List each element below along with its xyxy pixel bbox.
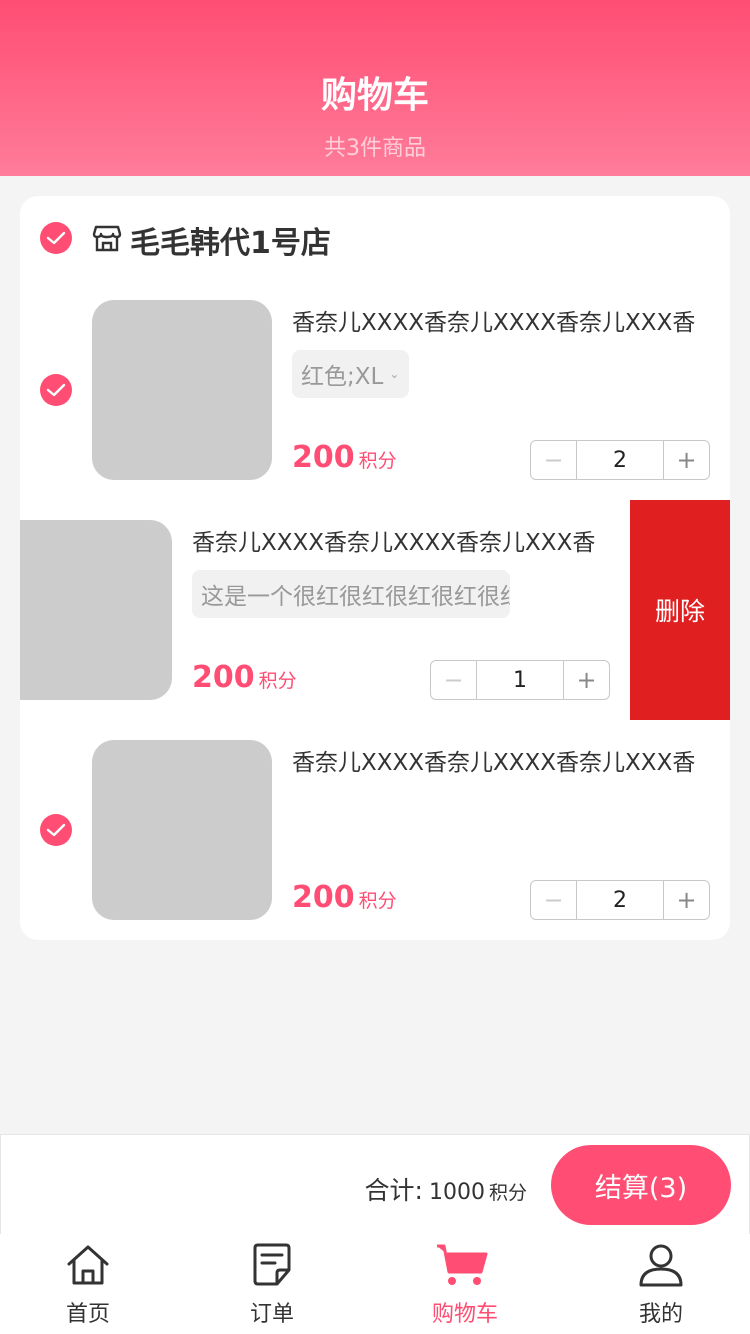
product-price: 200 积分: [292, 880, 397, 915]
decrease-button[interactable]: −: [531, 441, 577, 479]
price-unit: 积分: [258, 670, 297, 692]
tab-label: 购物车: [431, 1302, 498, 1327]
increase-button[interactable]: +: [563, 661, 609, 699]
tab-label: 首页: [65, 1302, 110, 1327]
item-count: 共3件商品: [324, 136, 426, 161]
decrease-button[interactable]: −: [531, 881, 577, 919]
product-thumbnail[interactable]: [20, 520, 172, 700]
product-title[interactable]: 香奈儿XXXX香奈儿XXXX香奈儿XXX香: [192, 523, 595, 557]
page-header: 购物车 共3件商品: [0, 0, 750, 176]
product-price: 200 积分: [292, 440, 397, 475]
home-icon: [67, 1245, 109, 1285]
delete-button[interactable]: 删除: [630, 500, 730, 720]
quantity-stepper: − 1 +: [430, 660, 610, 700]
spec-selector[interactable]: 这是一个很红很红很红很红很红的红 ⌄: [192, 570, 510, 618]
spec-label: 红色;XL: [301, 364, 384, 390]
tab-label: 我的: [638, 1302, 683, 1327]
quantity-value[interactable]: 2: [577, 881, 663, 919]
user-icon: [639, 1244, 683, 1287]
store-icon: [92, 225, 122, 252]
order-icon: [253, 1243, 291, 1286]
spec-label: 这是一个很红很红很红很红很红的红: [201, 584, 510, 610]
product-title[interactable]: 香奈儿XXXX香奈儿XXXX香奈儿XXX香: [292, 743, 695, 777]
product-price: 200 积分: [192, 660, 297, 695]
product-title[interactable]: 香奈儿XXXX香奈儿XXXX香奈儿XXX香: [292, 303, 695, 337]
check-icon: [46, 231, 66, 245]
store-name[interactable]: 毛毛韩代1号店: [130, 218, 331, 262]
price-value: 200: [292, 440, 355, 475]
checkout-button[interactable]: 结算(3): [551, 1145, 731, 1225]
page-title: 购物车: [320, 75, 429, 116]
cart-item: 香奈儿XXXX香奈儿XXXX香奈儿XXX香 这是一个很红很红很红很红很红的红 ⌄…: [20, 520, 630, 700]
tab-home[interactable]: 首页: [18, 1234, 158, 1334]
total-value: 1000: [428, 1180, 485, 1205]
total-label: 合计:: [364, 1176, 423, 1205]
quantity-stepper: − 2 +: [530, 880, 710, 920]
checkout-bar: 合计: 1000 积分 结算(3): [0, 1134, 750, 1234]
spec-selector[interactable]: 红色;XL ⌄: [292, 350, 410, 398]
tab-profile[interactable]: 我的: [591, 1234, 731, 1334]
price-unit: 积分: [358, 450, 397, 472]
total-unit: 积分: [488, 1182, 527, 1204]
decrease-button[interactable]: −: [431, 661, 477, 699]
store-select-checkbox[interactable]: [40, 222, 72, 254]
check-icon: [46, 823, 66, 837]
quantity-value[interactable]: 2: [577, 441, 663, 479]
quantity-value[interactable]: 1: [477, 661, 563, 699]
increase-button[interactable]: +: [663, 441, 709, 479]
price-value: 200: [192, 660, 255, 695]
increase-button[interactable]: +: [663, 881, 709, 919]
price-value: 200: [292, 880, 355, 915]
chevron-down-icon: ⌄: [389, 367, 400, 381]
bottom-tab-bar: 首页 订单 购物车 我的: [0, 1234, 750, 1334]
tab-label: 订单: [249, 1302, 294, 1327]
item-select-checkbox[interactable]: [40, 814, 72, 846]
product-thumbnail[interactable]: [92, 740, 272, 920]
order-total: 合计: 1000 积分: [365, 1171, 527, 1207]
price-unit: 积分: [358, 890, 397, 912]
product-thumbnail[interactable]: [92, 300, 272, 480]
cart-item: 香奈儿XXXX香奈儿XXXX香奈儿XXX香 红色;XL ⌄ 200 积分 − 2 …: [20, 300, 730, 480]
cart-item: 香奈儿XXXX香奈儿XXXX香奈儿XXX香 200 积分 − 2 +: [20, 740, 730, 920]
tab-orders[interactable]: 订单: [202, 1234, 342, 1334]
item-select-checkbox[interactable]: [40, 374, 72, 406]
quantity-stepper: − 2 +: [530, 440, 710, 480]
tab-cart[interactable]: 购物车: [395, 1234, 535, 1334]
store-card: 毛毛韩代1号店 香奈儿XXXX香奈儿XXXX香奈儿XXX香 红色;XL ⌄ 20…: [20, 196, 730, 940]
cart-icon: [437, 1244, 488, 1285]
check-icon: [46, 383, 66, 397]
